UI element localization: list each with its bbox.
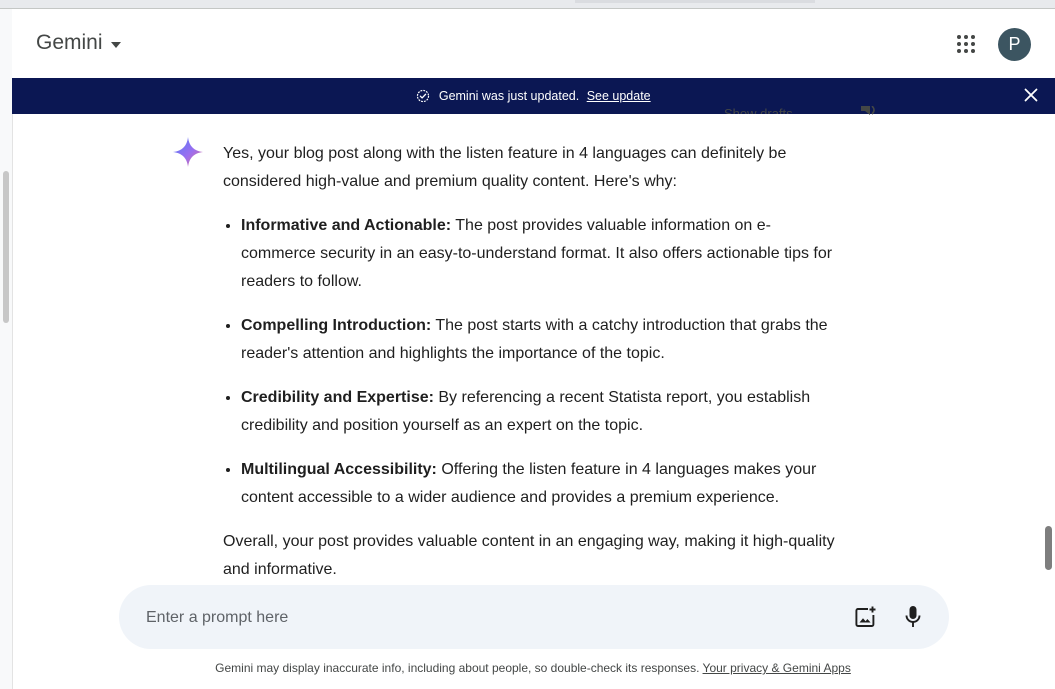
browser-tab-edge (575, 0, 815, 3)
list-item-title: Informative and Actionable: (241, 217, 452, 234)
show-drafts-button[interactable]: Show drafts (724, 106, 793, 114)
avatar-letter: P (1008, 34, 1021, 54)
conversation-area: Yes, your blog post along with the liste… (0, 114, 1040, 585)
list-item-title: Credibility and Expertise: (241, 389, 434, 406)
prompt-input[interactable] (144, 603, 828, 633)
model-switcher[interactable]: Gemini (36, 31, 121, 55)
browser-top-strip (0, 0, 1055, 9)
response-conclusion: Overall, your post provides valuable con… (223, 533, 835, 578)
page-scrollbar[interactable] (1040, 114, 1055, 689)
show-drafts-label: Show drafts (724, 106, 793, 114)
check-badge-icon (417, 89, 430, 103)
page-scroll-thumb[interactable] (1045, 526, 1052, 570)
close-icon[interactable] (1023, 87, 1039, 103)
banner-message: Gemini was just updated. See update (12, 89, 1055, 103)
app-header: Gemini P (12, 9, 1055, 78)
list-item-title: Multilingual Accessibility: (241, 461, 437, 478)
response-intro: Yes, your blog post along with the liste… (223, 145, 787, 190)
update-banner: Gemini was just updated. See update (12, 78, 1055, 114)
response-list: Informative and Actionable: The post pro… (223, 212, 843, 512)
list-item: Informative and Actionable: The post pro… (241, 212, 843, 296)
footer-disclaimer: Gemini may display inaccurate info, incl… (0, 661, 1055, 675)
sparkle-icon (173, 137, 203, 167)
list-item: Compelling Introduction: The post starts… (241, 312, 843, 368)
mic-icon[interactable] (901, 604, 925, 630)
add-image-icon[interactable] (853, 605, 877, 629)
response-text: Yes, your blog post along with the liste… (223, 140, 843, 585)
avatar[interactable]: P (998, 28, 1031, 61)
caret-down-icon (110, 41, 121, 48)
prompt-bar (119, 585, 949, 649)
app-title: Gemini (36, 31, 103, 54)
banner-text: Gemini was just updated. (438, 89, 580, 103)
see-update-link[interactable]: See update (587, 89, 651, 103)
apps-grid-icon[interactable] (957, 35, 975, 53)
privacy-link[interactable]: Your privacy & Gemini Apps (703, 661, 851, 675)
list-item-title: Compelling Introduction: (241, 317, 432, 334)
disclaimer-text: Gemini may display inaccurate info, incl… (215, 661, 703, 675)
list-item: Credibility and Expertise: By referencin… (241, 384, 843, 440)
list-item: Multilingual Accessibility: Offering the… (241, 456, 843, 512)
